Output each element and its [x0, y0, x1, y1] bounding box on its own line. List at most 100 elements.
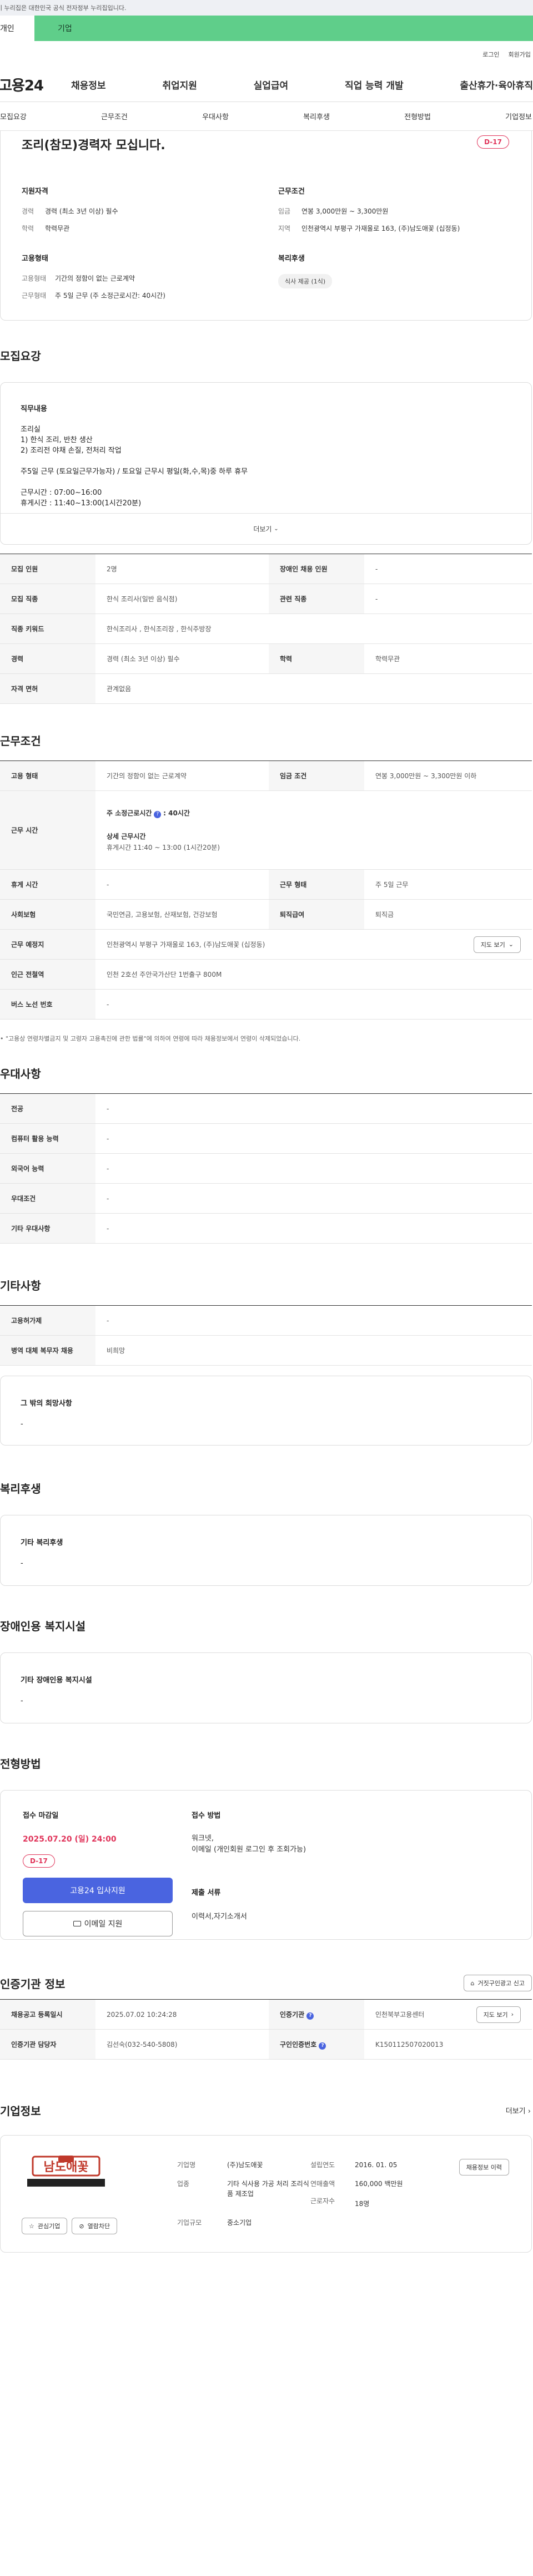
tab-personal[interactable]: 개인 — [0, 16, 34, 41]
gnb-item-vocational-training[interactable]: 직업 능력 개발 — [345, 78, 404, 92]
gnb-item-maternity-leave[interactable]: 출산휴가·육아휴직 — [460, 78, 533, 92]
global-nav: 고용24 채용정보 취업지원 실업급여 직업 능력 개발 출산휴가·육아휴직 — [0, 68, 533, 102]
gnb-item-employment-support[interactable]: 취업지원 — [162, 78, 197, 92]
cell-value: 관계없음 — [95, 673, 532, 704]
section-tabs: 모집요강 근무조건 우대사항 복리후생 전형방법 기업정보 — [0, 102, 533, 131]
detail-hours-value: 휴게시간 11:40 ~ 13:00 (1시간20분) — [107, 843, 220, 851]
cell-value: 퇴직금 — [364, 899, 532, 930]
company-heading: 기업정보 — [0, 2105, 41, 2118]
info-label: 설립연도 — [310, 2161, 335, 2169]
favorite-company-button[interactable]: ☆ 관심기업 — [22, 2218, 68, 2234]
info-icon[interactable]: ? — [319, 2042, 326, 2050]
cell-label: 학력 — [269, 643, 364, 674]
info-value: 160,000 백만원 18명 — [355, 2179, 444, 2209]
cell-value: - — [95, 1183, 532, 1214]
table-row: 인근 전철역 인천 2호선 주안국가산단 1번출구 800M — [0, 959, 532, 990]
employment-block: 고용형태 고용형태 기간의 정함이 없는 근로계약 근무형태 주 5일 근무 (주 … — [22, 252, 256, 308]
deadline-column: 접수 마감일 2025.07.20 (일) 24:00 D-17 고용24 입사… — [23, 1809, 173, 1936]
chevron-right-icon: › — [511, 2011, 514, 2018]
cell-value: - — [364, 554, 532, 584]
emp-value: 주 5일 근무 (주 소정근로시간: 40시간) — [55, 292, 165, 300]
work-section: 근무조건 고용 형태 기간의 정함이 없는 근로계약 임금 조건 연봉 3,000만… — [0, 732, 533, 1043]
cell-label: 근무 시간 — [0, 790, 95, 870]
company-more-link[interactable]: 더보기 › — [506, 2105, 531, 2116]
table-row: 버스 노선 번호 - — [0, 989, 532, 1020]
recruit-section: 모집요강 직무내용 조리실 1) 한식 조리, 반찬 생산 2) 조리전 야채 … — [0, 347, 533, 704]
org-label: 인증기관 — [280, 2010, 305, 2019]
cond-label: 임금 — [278, 207, 291, 215]
block-view-button[interactable]: ⊘ 열람차단 — [72, 2218, 118, 2234]
selection-section: 전형방법 접수 마감일 2025.07.20 (일) 24:00 D-17 고용… — [0, 1755, 533, 1940]
email-apply-label: 이메일 지원 — [84, 1920, 123, 1929]
company-logo-image: 남도애꽃 — [27, 2156, 105, 2187]
disabled-heading: 장애인용 복지시설 — [0, 1620, 86, 1633]
tab-preferences[interactable]: 우대사항 — [202, 111, 229, 121]
table-row: 모집 인원 2명 장애인 채용 인원 - — [0, 554, 532, 584]
email-apply-button[interactable]: 이메일 지원 — [23, 1911, 173, 1936]
tab-work-conditions[interactable]: 근무조건 — [101, 111, 128, 121]
table-row: 자격 면허 관계없음 — [0, 673, 532, 704]
company-section: 기업정보 더보기 › 남도애꽃 ☆ 관심기업 ⊘ 열람차단 기업명 (주)남도애꽃 설… — [0, 2102, 533, 2253]
cell-value: 경력 (최소 3년 이상) 필수 — [95, 643, 269, 674]
work-place-value: 인천광역시 부평구 가재울로 163, (주)남도애꽃 (십정동) — [107, 941, 265, 949]
welfare-box-heading: 기타 복리후생 — [21, 1539, 63, 1547]
map-button[interactable]: 지도 보기 ⌄ — [473, 936, 521, 953]
cell-value: 기간의 정함이 없는 근로계약 — [95, 760, 269, 791]
company-logo: 남도애꽃 — [22, 2156, 110, 2189]
cert-section: 인증기관 정보 ⌂ 거짓구인광고 신고 채용공고 등록일시 2025.07.02 1… — [0, 1975, 533, 2060]
table-row: 고용허가제 - — [0, 1305, 532, 1336]
table-row: 컴퓨터 활용 능력 - — [0, 1123, 532, 1154]
cell-value: 한식조리사 , 한식조리장 , 한식주방장 — [95, 613, 532, 644]
tab-company[interactable]: 기업정보 — [505, 111, 532, 121]
cell-label: 외국어 능력 — [0, 1153, 95, 1184]
job-summary-card: 조리(참모)경력자 모십니다. D-17 지원자격 경력 경력 (최소 3년 이상… — [0, 131, 532, 321]
cell-label: 우대조건 — [0, 1183, 95, 1214]
cell-label: 전공 — [0, 1093, 95, 1124]
cell-value: 학력무관 — [364, 643, 532, 674]
method-line: 워크넷, — [192, 1834, 214, 1843]
tab-corporate[interactable]: 기업 — [34, 16, 533, 41]
job-history-button[interactable]: 채용정보 이력 — [459, 2159, 509, 2176]
method-heading: 접수 방법 — [192, 1812, 221, 1820]
user-type-tabs: 개인 기업 — [0, 16, 533, 41]
table-row: 채용공고 등록일시 2025.07.02 10:24:28 인증기관 ? 인천북부… — [0, 1999, 532, 2030]
cell-value: 국민연금, 고용보험, 산재보험, 건강보험 — [95, 899, 269, 930]
tab-selection[interactable]: 전형방법 — [404, 111, 431, 121]
apply-button[interactable]: 고용24 입사지원 — [23, 1878, 173, 1903]
work-table: 고용 형태 기간의 정함이 없는 근로계약 임금 조건 연봉 3,000만원 ~ 3… — [0, 760, 532, 1020]
site-logo[interactable]: 고용24 — [0, 74, 61, 95]
qual-value: 학력무관 — [45, 225, 70, 232]
docs-heading: 제출 서류 — [192, 1889, 221, 1897]
work-time-cell: 주 소정근로시간 ? : 40시간 상세 근무시간 휴게시간 11:40 ~ 1… — [95, 790, 532, 870]
deadline-value: 2025.07.20 (일) 24:00 — [23, 1835, 117, 1844]
login-link[interactable]: 로그인 — [482, 50, 499, 59]
signup-link[interactable]: 회원가입 — [509, 50, 531, 59]
chevron-down-icon: ⌄ — [274, 526, 279, 532]
other-wishes-value: - — [21, 1420, 23, 1428]
table-row: 직종 키워드 한식조리사 , 한식조리장 , 한식주방장 — [0, 613, 532, 644]
welfare-summary-heading: 복리후생 — [278, 255, 305, 263]
recruit-heading: 모집요강 — [0, 349, 41, 363]
cell-value: 2명 — [95, 554, 269, 584]
gnb-item-jobs[interactable]: 채용정보 — [71, 78, 106, 92]
emp-value: 기간의 정함이 없는 근로계약 — [55, 275, 135, 282]
favorite-label: 관심기업 — [37, 2223, 61, 2230]
report-ad-button[interactable]: ⌂ 거짓구인광고 신고 — [463, 1975, 532, 1991]
cell-label: 모집 직종 — [0, 584, 95, 614]
tab-welfare[interactable]: 복리후생 — [303, 111, 330, 121]
duty-heading: 직무내용 — [21, 405, 47, 413]
employment-heading: 고용형태 — [22, 255, 48, 263]
duty-more-button[interactable]: 더보기 ⌄ — [1, 513, 531, 544]
cell-value: 김선숙(032-540-5808) — [95, 2029, 269, 2060]
org-map-button[interactable]: 지도 보기 › — [476, 2006, 521, 2023]
chevron-down-icon: ⌄ — [508, 941, 514, 948]
cell-label: 컴퓨터 활용 능력 — [0, 1123, 95, 1154]
info-icon[interactable]: ? — [154, 810, 162, 818]
gnb-item-unemployment-benefit[interactable]: 실업급여 — [254, 78, 289, 92]
org-value: 인천북부고용센터 — [375, 2011, 425, 2019]
info-icon[interactable]: ? — [306, 2012, 314, 2020]
cell-value: 연봉 3,000만원 ~ 3,300만원 이하 — [364, 760, 532, 791]
tab-recruit[interactable]: 모집요강 — [0, 111, 27, 121]
welfare-chip: 식사 제공 (1식) — [278, 274, 333, 288]
dday-badge: D-17 — [23, 1854, 55, 1868]
